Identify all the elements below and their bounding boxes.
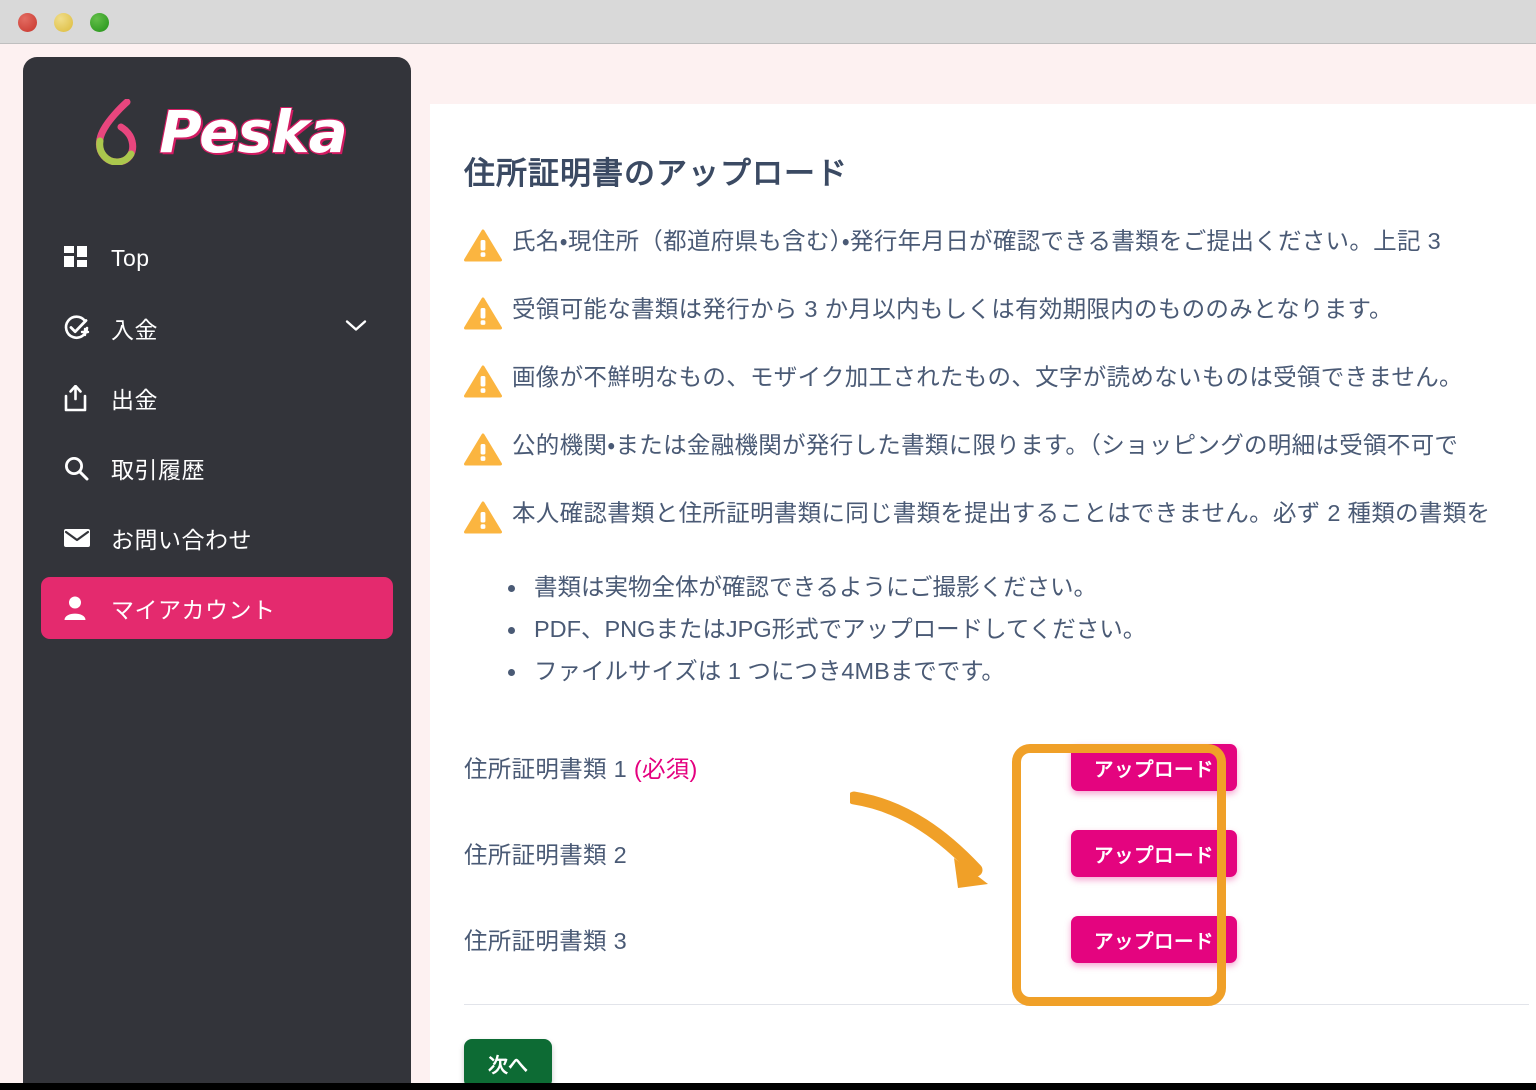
sidebar-item-label: 出金 <box>111 387 158 413</box>
section-divider <box>464 1004 1529 1006</box>
upload-section: 住所証明書類 1 (必須) アップロード 住所証明書類 2 アップロード 住所証… <box>464 724 1264 982</box>
sidebar-item-withdraw[interactable]: 出金 <box>41 367 393 429</box>
page-title: 住所証明書のアップロード <box>464 156 848 191</box>
warning-triangle-icon <box>464 297 502 336</box>
sidebar-item-deposit[interactable]: 入金 <box>41 297 393 359</box>
warning-text: 公的機関・または金融機関が発行した書類に限ります。（ショッピングの明細は受領不可… <box>512 432 1459 458</box>
minimize-button[interactable] <box>54 13 73 32</box>
content-card: 住所証明書のアップロード 氏名・現住所（都道府県も含む）・発行年月日が確認できる… <box>430 104 1536 1090</box>
upload-button[interactable]: アップロード <box>1071 743 1237 791</box>
list-item: 書類は実物全体が確認できるようにご撮影ください。 <box>504 567 1536 609</box>
sidebar-item-label: マイアカウント <box>111 597 276 623</box>
warning-text: 本人確認書類と住所証明書類に同じ書類を提出することはできません。必ず 2 種類の… <box>512 500 1491 526</box>
check-circle-plus-icon <box>63 314 93 342</box>
window-controls <box>18 13 109 32</box>
sidebar: Peska Top 入金 出金 取引履歴 お問い合わせ マイアカウント <box>23 57 411 1090</box>
upload-label: 住所証明書類 1 (必須) <box>464 756 698 783</box>
warning-triangle-icon <box>464 365 502 404</box>
browser-window: Peska Top 入金 出金 取引履歴 お問い合わせ マイアカウント 住所証明… <box>0 0 1536 1090</box>
maximize-button[interactable] <box>90 13 109 32</box>
chevron-down-icon[interactable] <box>345 319 367 338</box>
page-canvas: Peska Top 入金 出金 取引履歴 お問い合わせ マイアカウント 住所証明… <box>0 44 1536 1090</box>
warning-text: 画像が不鮮明なもの、モザイク加工されたもの、文字が読めないものは受領できません。 <box>512 364 1463 390</box>
window-titlebar <box>0 0 1536 44</box>
window-bottom-edge <box>0 1083 1536 1090</box>
upload-row: 住所証明書類 2 アップロード <box>464 810 1264 896</box>
sidebar-item-my-account[interactable]: マイアカウント <box>41 577 393 639</box>
sidebar-item-label: お問い合わせ <box>111 527 252 553</box>
sidebar-item-history[interactable]: 取引履歴 <box>41 437 393 499</box>
warning-triangle-icon <box>464 433 502 472</box>
brand-logo[interactable]: Peska <box>23 57 411 207</box>
upload-label: 住所証明書類 2 <box>464 842 627 869</box>
sidebar-nav: Top 入金 出金 取引履歴 お問い合わせ マイアカウント <box>23 207 411 639</box>
sidebar-item-label: 入金 <box>111 317 158 343</box>
sidebar-item-label: Top <box>111 244 150 271</box>
required-badge: (必須) <box>633 756 698 783</box>
list-item: PDF、PNGまたはJPG形式でアップロードしてください。 <box>504 609 1536 651</box>
warning-row: 画像が不鮮明なもの、モザイク加工されたもの、文字が読めないものは受領できません。 <box>464 363 1536 404</box>
warning-text: 受領可能な書類は発行から 3 か月以内もしくは有効期限内のもののみとなります。 <box>512 296 1393 322</box>
warning-row: 公的機関・または金融機関が発行した書類に限ります。（ショッピングの明細は受領不可… <box>464 431 1536 472</box>
next-button[interactable]: 次へ <box>464 1039 552 1089</box>
brand-name: Peska <box>159 98 348 166</box>
warning-row: 受領可能な書類は発行から 3 か月以内もしくは有効期限内のもののみとなります。 <box>464 295 1536 336</box>
sidebar-item-top[interactable]: Top <box>41 227 393 289</box>
warning-row: 本人確認書類と住所証明書類に同じ書類を提出することはできません。必ず 2 種類の… <box>464 499 1536 540</box>
warning-triangle-icon <box>464 229 502 268</box>
person-icon <box>63 595 93 621</box>
upload-button[interactable]: アップロード <box>1071 915 1237 963</box>
envelope-icon <box>63 527 93 549</box>
search-icon <box>63 455 93 481</box>
warning-row: 氏名・現住所（都道府県も含む）・発行年月日が確認できる書類をご提出ください。上記… <box>464 227 1536 268</box>
warning-triangle-icon <box>464 501 502 540</box>
grid-dashboard-icon <box>63 245 93 271</box>
instruction-list: 書類は実物全体が確認できるようにご撮影ください。 PDF、PNGまたはJPG形式… <box>504 567 1536 692</box>
warning-text: 氏名・現住所（都道府県も含む）・発行年月日が確認できる書類をご提出ください。上記… <box>512 228 1441 254</box>
upload-box-icon <box>63 384 93 412</box>
upload-button[interactable]: アップロード <box>1071 829 1237 877</box>
sidebar-item-label: 取引履歴 <box>111 457 205 483</box>
upload-row: 住所証明書類 1 (必須) アップロード <box>464 724 1264 810</box>
list-item: ファイルサイズは 1 つにつき4MBまでです。 <box>504 651 1536 693</box>
peach-flame-logo-icon <box>96 99 137 165</box>
close-button[interactable] <box>18 13 37 32</box>
upload-row: 住所証明書類 3 アップロード <box>464 896 1264 982</box>
upload-label: 住所証明書類 3 <box>464 928 627 955</box>
sidebar-item-contact[interactable]: お問い合わせ <box>41 507 393 569</box>
